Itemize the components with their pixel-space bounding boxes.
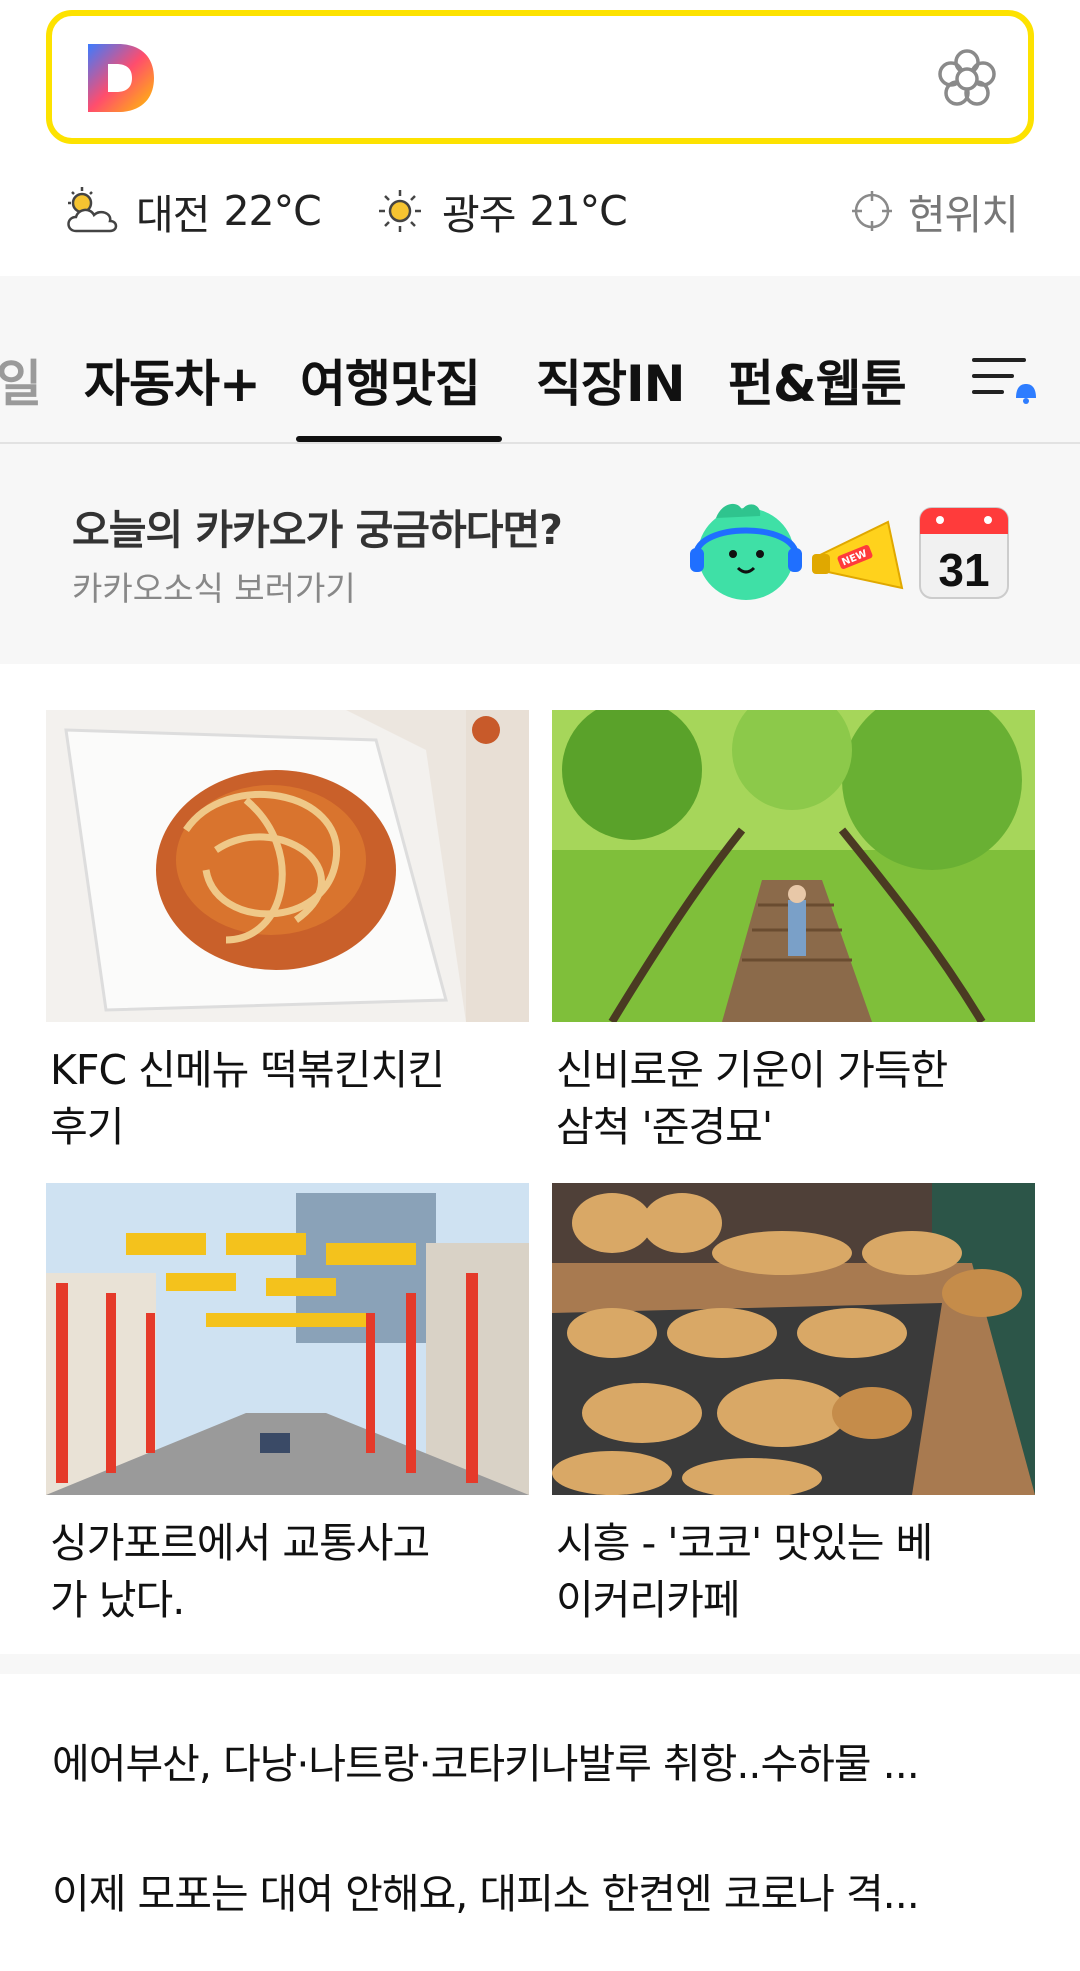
tab-work[interactable]: 직장IN	[536, 344, 685, 416]
current-location-label: 현위치	[907, 191, 1019, 239]
menu-bell-icon[interactable]	[968, 348, 1040, 408]
partly-cloudy-icon	[67, 187, 118, 233]
weather-city-1: 대전	[136, 191, 210, 239]
daum-logo[interactable]	[82, 40, 158, 116]
card-caption-2: 신비로운 기운이 가득한 삼척 '준경묘'	[556, 1046, 948, 1151]
weather-temp-1: 22°C	[223, 187, 321, 235]
megaphone-new-icon: NEW	[812, 520, 904, 590]
card-caption-1: KFC 신메뉴 떡볶킨치킨 후기	[50, 1046, 445, 1151]
tabs-divider	[0, 442, 1080, 444]
mascot-headset-icon	[690, 503, 802, 600]
category-tabs: 일 자동차+ 여행맛집 직장IN 펀&웹툰	[0, 304, 1080, 442]
chinatown-street-photo	[46, 1183, 529, 1495]
weather-item-2[interactable]: 광주 21°C	[376, 176, 628, 246]
weather-row: 대전 22°C 광주 21°C 현위치	[60, 176, 1030, 246]
headline-section-separator	[0, 1654, 1080, 1674]
tab-travel-food[interactable]: 여행맛집	[300, 344, 481, 416]
tab-fun-webtoon[interactable]: 펀&웹툰	[728, 344, 907, 416]
calendar-icon: 31	[919, 507, 1009, 599]
headline-item-1[interactable]: 에어부산, 다낭·나트랑·코타키나발루 취항..수하물 ...	[52, 1730, 1012, 1790]
promo-subtitle: 카카오소식 보러가기	[72, 569, 356, 608]
fried-chicken-photo	[46, 710, 529, 1022]
tab-partial[interactable]: 일	[0, 344, 42, 416]
sun-icon	[379, 190, 421, 232]
promo-title: 오늘의 카카오가 궁금하다면?	[72, 506, 563, 554]
promo-icons: NEW 31	[690, 503, 1009, 600]
search-bar[interactable]	[46, 10, 1034, 144]
current-location-button[interactable]: 현위치	[850, 176, 1019, 246]
card-caption-3: 싱가포르에서 교통사고 가 났다.	[50, 1519, 430, 1624]
calendar-day: 31	[938, 544, 989, 596]
article-card-3[interactable]: 싱가포르에서 교통사고 가 났다.	[46, 1183, 529, 1629]
weather-item-1[interactable]: 대전 22°C	[60, 176, 322, 246]
article-card-2[interactable]: 신비로운 기운이 가득한 삼척 '준경묘'	[552, 710, 1035, 1156]
headline-item-2[interactable]: 이제 모포는 대여 안해요, 대피소 한켠엔 코로나 격...	[52, 1860, 1012, 1920]
weather-temp-2: 21°C	[529, 187, 627, 235]
tab-auto[interactable]: 자동차+	[84, 344, 261, 416]
card-caption-4: 시흥 - '코코' 맛있는 베 이커리카페	[556, 1519, 933, 1624]
flower-icon[interactable]	[932, 44, 1002, 114]
bakery-bread-photo	[552, 1183, 1035, 1495]
article-card-1[interactable]: KFC 신메뉴 떡볶킨치킨 후기	[46, 710, 529, 1156]
crosshair-icon	[851, 191, 892, 231]
weather-city-2: 광주	[442, 191, 516, 239]
article-card-4[interactable]: 시흥 - '코코' 맛있는 베 이커리카페	[552, 1183, 1035, 1629]
forest-boardwalk-photo	[552, 710, 1035, 1022]
